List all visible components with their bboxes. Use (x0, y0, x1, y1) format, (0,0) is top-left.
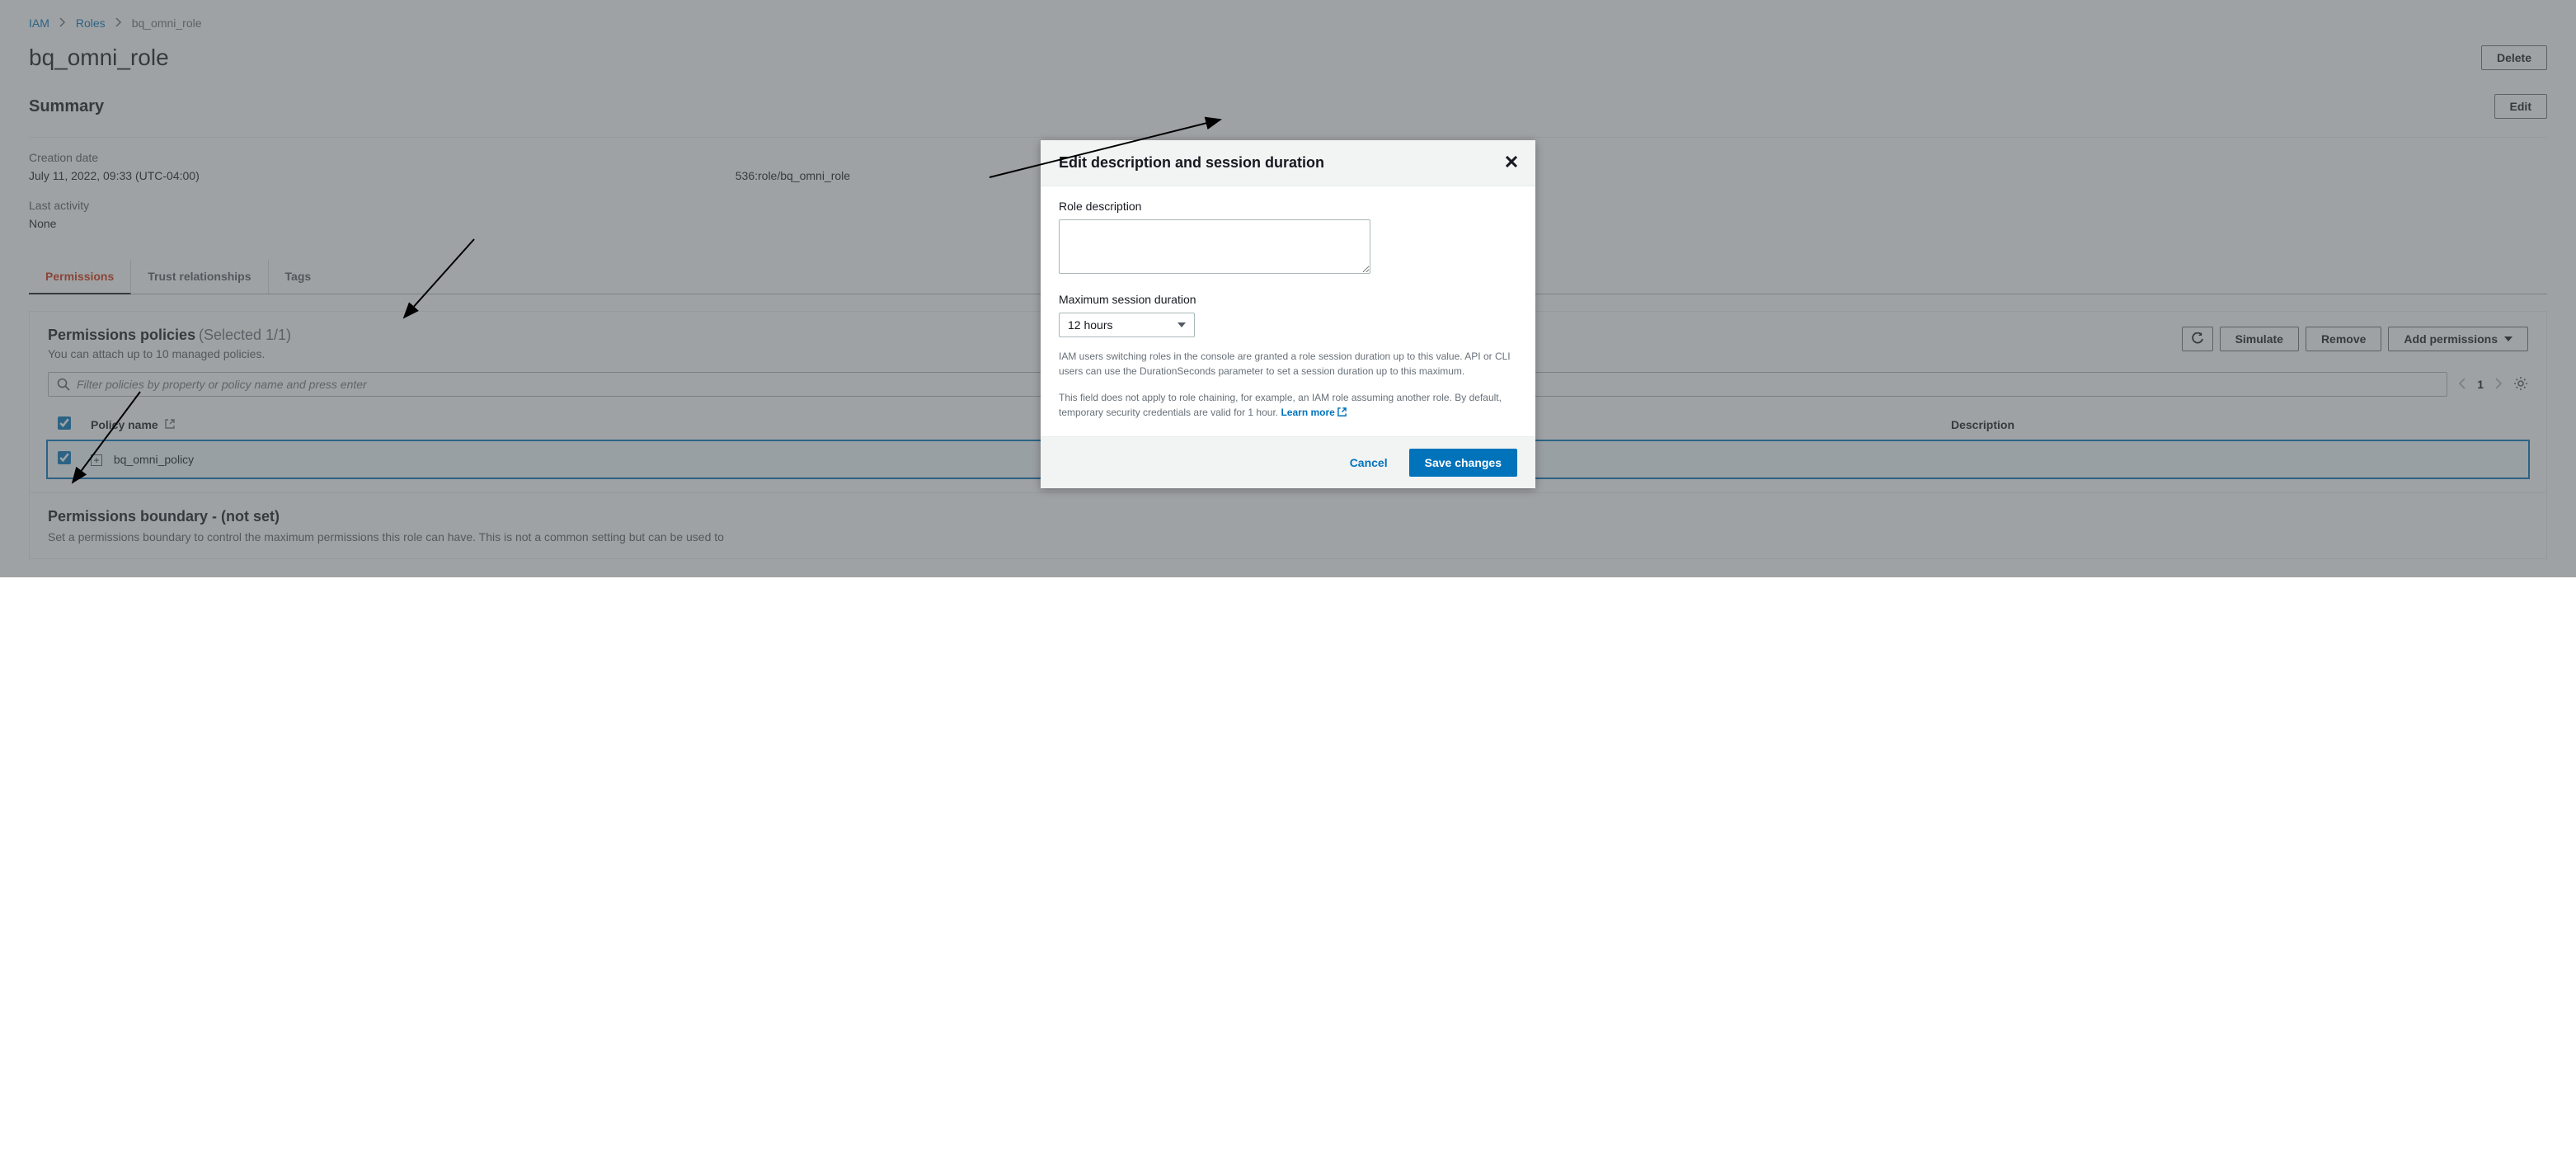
external-link-icon (1337, 407, 1347, 416)
help-text-1: IAM users switching roles in the console… (1059, 349, 1517, 379)
learn-more-link[interactable]: Learn more (1281, 407, 1347, 418)
modal-overlay: Edit description and session duration Ro… (0, 0, 2576, 577)
edit-modal: Edit description and session duration Ro… (1041, 140, 1535, 488)
role-description-input[interactable] (1059, 219, 1370, 274)
close-button[interactable] (1506, 153, 1517, 172)
caret-down-icon (1178, 322, 1186, 327)
help-text-2: This field does not apply to role chaini… (1059, 390, 1517, 420)
session-duration-value: 12 hours (1068, 318, 1112, 332)
save-button[interactable]: Save changes (1409, 449, 1517, 477)
session-duration-select[interactable]: 12 hours (1059, 313, 1195, 337)
cancel-button[interactable]: Cancel (1337, 449, 1401, 477)
session-duration-label: Maximum session duration (1059, 293, 1517, 306)
close-icon (1506, 156, 1517, 167)
modal-title: Edit description and session duration (1059, 154, 1324, 172)
role-description-label: Role description (1059, 200, 1517, 213)
